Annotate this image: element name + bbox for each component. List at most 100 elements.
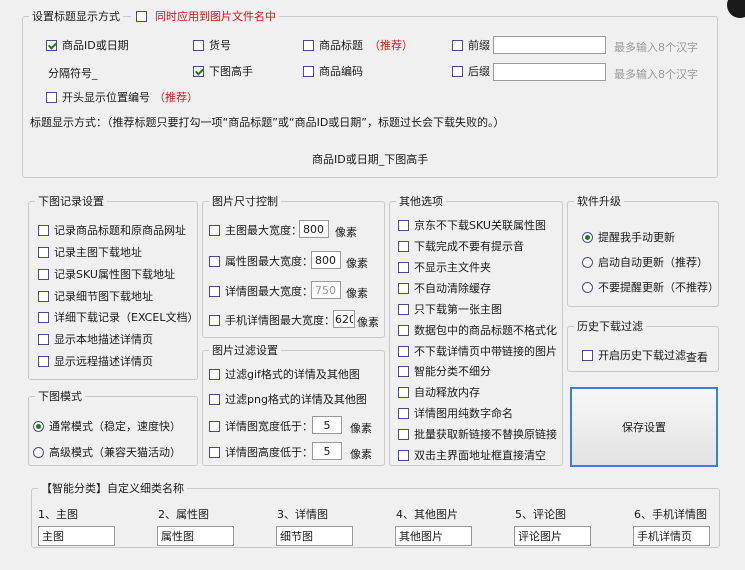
opt-position-no[interactable]: 开头显示位置编号 （推荐） bbox=[46, 89, 198, 105]
other-option[interactable]: 双击主界面地址框直接清空 bbox=[398, 447, 546, 463]
save-settings-button[interactable]: 保存设置 bbox=[570, 387, 718, 467]
category-input-main[interactable] bbox=[38, 526, 115, 546]
record-item[interactable]: 记录SKU属性图下载地址 bbox=[38, 266, 175, 282]
record-item[interactable]: 显示本地描述详情页 bbox=[38, 331, 153, 347]
detail-width-checkbox[interactable] bbox=[209, 285, 220, 297]
mobile-width-input[interactable] bbox=[333, 310, 355, 328]
mobile-width-checkbox[interactable] bbox=[209, 314, 220, 326]
opt-product-id-date[interactable]: 商品ID或日期 bbox=[46, 37, 129, 53]
filter-height-input[interactable] bbox=[312, 442, 342, 460]
mode-advanced-option[interactable]: 高级模式（兼容天猫活动） bbox=[33, 444, 181, 460]
record-item[interactable]: 显示远程描述详情页 bbox=[38, 353, 153, 369]
other-option-checkbox[interactable] bbox=[398, 386, 409, 398]
mobile-width-option[interactable]: 手机详情图最大宽度： bbox=[209, 312, 335, 328]
mode-normal-option[interactable]: 通常模式（稳定，速度快） bbox=[33, 418, 181, 434]
record-item-checkbox[interactable] bbox=[38, 268, 49, 280]
history-enable-checkbox[interactable] bbox=[582, 349, 593, 361]
other-option-checkbox[interactable] bbox=[398, 345, 409, 357]
filter-png-checkbox[interactable] bbox=[209, 393, 220, 405]
other-option-checkbox[interactable] bbox=[398, 365, 409, 377]
other-option[interactable]: 只下载第一张主图 bbox=[398, 301, 502, 317]
suffix-checkbox[interactable] bbox=[452, 65, 463, 77]
record-item[interactable]: 记录商品标题和原商品网址 bbox=[38, 222, 186, 238]
record-item[interactable]: 记录细节图下载地址 bbox=[38, 288, 153, 304]
filter-gif-option[interactable]: 过滤gif格式的详情及其他图 bbox=[209, 366, 360, 382]
product-title-checkbox[interactable] bbox=[303, 39, 314, 51]
mode-advanced-radio[interactable] bbox=[33, 446, 44, 458]
other-option[interactable]: 京东不下载SKU关联属性图 bbox=[398, 217, 546, 233]
other-option-checkbox[interactable] bbox=[398, 428, 409, 440]
upgrade-auto-option[interactable]: 启动自动更新（推荐） bbox=[582, 254, 708, 270]
other-option[interactable]: 批量获取新链接不替换原链接 bbox=[398, 426, 557, 442]
product-code-checkbox[interactable] bbox=[303, 65, 314, 77]
opt-product-title[interactable]: 商品标题 （推荐） bbox=[303, 37, 413, 53]
record-item[interactable]: 记录主图下载地址 bbox=[38, 244, 142, 260]
record-item-checkbox[interactable] bbox=[38, 311, 49, 323]
attr-width-input[interactable] bbox=[311, 251, 341, 269]
upgrade-never-option[interactable]: 不要提醒更新（不推荐） bbox=[582, 279, 719, 295]
history-enable-option[interactable]: 开启历史下载过滤 bbox=[582, 347, 686, 363]
history-view-link[interactable]: 查看 bbox=[686, 349, 708, 365]
main-width-input[interactable] bbox=[299, 220, 329, 238]
prefix-input[interactable] bbox=[493, 36, 606, 54]
opt-item-no[interactable]: 货号 bbox=[193, 37, 231, 53]
opt-product-code[interactable]: 商品编码 bbox=[303, 63, 363, 79]
other-option-checkbox[interactable] bbox=[398, 407, 409, 419]
attr-width-option[interactable]: 属性图最大宽度： bbox=[209, 253, 313, 269]
filter-png-option[interactable]: 过滤png格式的详情及其他图 bbox=[209, 391, 367, 407]
other-option[interactable]: 不下载详情页中带链接的图片 bbox=[398, 343, 557, 359]
record-item-checkbox[interactable] bbox=[38, 290, 49, 302]
record-item-checkbox[interactable] bbox=[38, 246, 49, 258]
other-option-checkbox[interactable] bbox=[398, 240, 409, 252]
filter-height-checkbox[interactable] bbox=[209, 446, 220, 458]
opt-suffix[interactable]: 后缀 bbox=[452, 63, 490, 79]
category-input-mobile[interactable] bbox=[633, 526, 710, 546]
category-input-attr[interactable] bbox=[157, 526, 234, 546]
other-option[interactable]: 数据包中的商品标题不格式化 bbox=[398, 322, 557, 338]
other-option[interactable]: 详情图用纯数字命名 bbox=[398, 405, 513, 421]
apply-filename-checkbox[interactable] bbox=[136, 10, 147, 22]
filter-gif-checkbox[interactable] bbox=[209, 368, 220, 380]
main-width-option[interactable]: 主图最大宽度： bbox=[209, 222, 302, 238]
other-option[interactable]: 智能分类不细分 bbox=[398, 363, 491, 379]
item-no-checkbox[interactable] bbox=[193, 39, 204, 51]
category-input-other[interactable] bbox=[395, 526, 472, 546]
detail-width-input[interactable] bbox=[311, 281, 341, 299]
category-input-detail[interactable] bbox=[276, 526, 353, 546]
prefix-checkbox[interactable] bbox=[452, 39, 463, 51]
category-input-review[interactable] bbox=[514, 526, 591, 546]
other-option[interactable]: 下载完成不要有提示音 bbox=[398, 238, 524, 254]
opt-prefix[interactable]: 前缀 bbox=[452, 37, 490, 53]
filter-width-option[interactable]: 详情图宽度低于： bbox=[209, 418, 313, 434]
position-no-checkbox[interactable] bbox=[46, 91, 57, 103]
product-id-date-checkbox[interactable] bbox=[46, 39, 57, 51]
upgrade-manual-radio[interactable] bbox=[582, 231, 593, 243]
upgrade-manual-option[interactable]: 提醒我手动更新 bbox=[582, 229, 675, 245]
download-expert-checkbox[interactable] bbox=[193, 65, 204, 77]
other-option-checkbox[interactable] bbox=[398, 324, 409, 336]
filter-width-checkbox[interactable] bbox=[209, 420, 220, 432]
other-option-checkbox[interactable] bbox=[398, 219, 409, 231]
other-option-checkbox[interactable] bbox=[398, 449, 409, 461]
other-option[interactable]: 不自动清除缓存 bbox=[398, 280, 491, 296]
opt-download-expert[interactable]: 下图高手 bbox=[193, 63, 253, 79]
record-item-checkbox[interactable] bbox=[38, 224, 49, 236]
other-option[interactable]: 不显示主文件夹 bbox=[398, 259, 491, 275]
other-option-checkbox[interactable] bbox=[398, 282, 409, 294]
upgrade-never-radio[interactable] bbox=[582, 281, 593, 293]
other-option[interactable]: 自动释放内存 bbox=[398, 384, 480, 400]
suffix-input[interactable] bbox=[493, 63, 606, 81]
filter-height-option[interactable]: 详情图高度低于： bbox=[209, 444, 313, 460]
record-item-checkbox[interactable] bbox=[38, 355, 49, 367]
upgrade-auto-radio[interactable] bbox=[582, 256, 593, 268]
other-option-checkbox[interactable] bbox=[398, 261, 409, 273]
other-option-checkbox[interactable] bbox=[398, 303, 409, 315]
record-item-checkbox[interactable] bbox=[38, 333, 49, 345]
record-item[interactable]: 详细下载记录（EXCEL文档） bbox=[38, 309, 198, 325]
detail-width-option[interactable]: 详情图最大宽度： bbox=[209, 283, 313, 299]
mode-normal-radio[interactable] bbox=[33, 420, 44, 432]
filter-width-input[interactable] bbox=[312, 416, 342, 434]
main-width-checkbox[interactable] bbox=[209, 224, 220, 236]
attr-width-checkbox[interactable] bbox=[209, 255, 220, 267]
record-item-label: 显示远程描述详情页 bbox=[54, 355, 153, 368]
